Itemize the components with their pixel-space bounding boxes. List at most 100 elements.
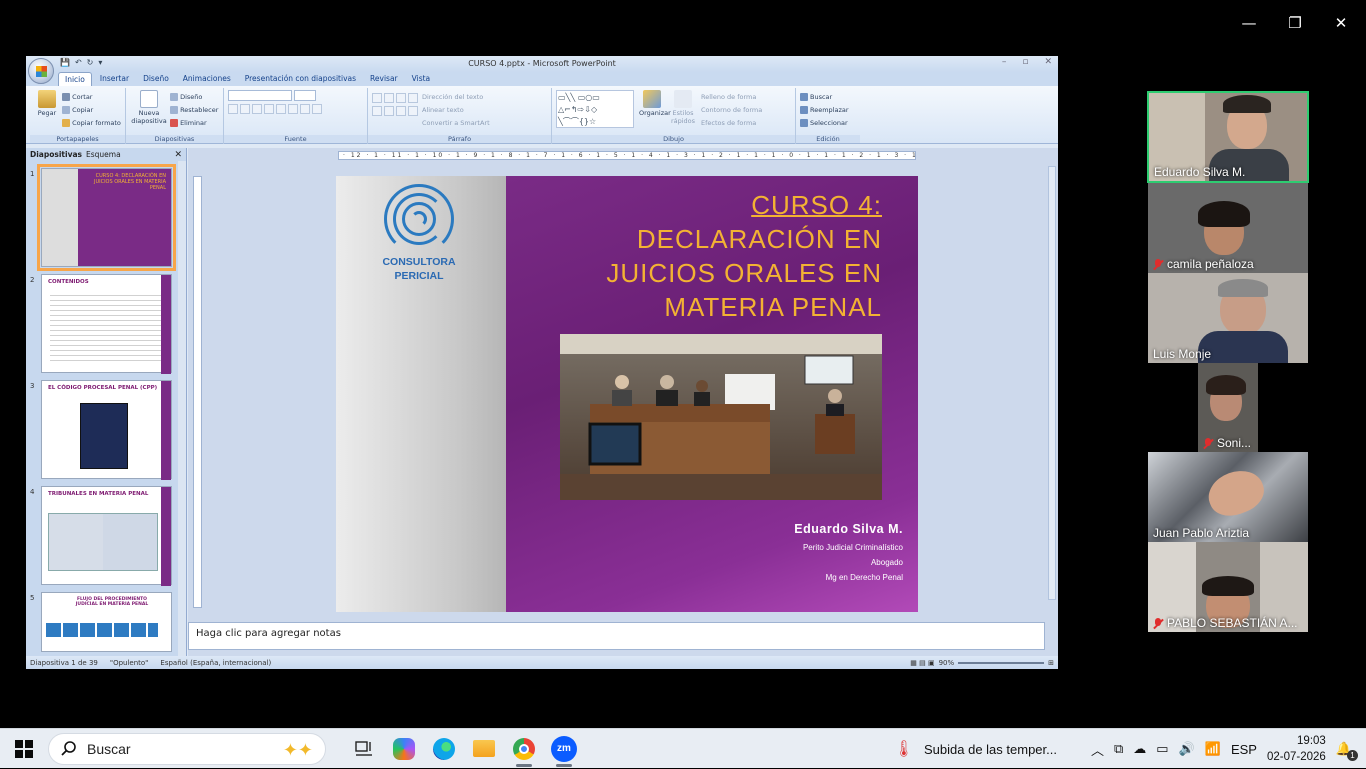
taskbar-search[interactable]: Buscar ✦✦	[48, 732, 326, 765]
close-icon[interactable]: ✕	[1330, 14, 1352, 32]
participant-tile-4[interactable]: Soni...	[1198, 363, 1258, 452]
minimize-icon[interactable]: —	[1238, 14, 1260, 32]
arrange-button[interactable]: Organizar	[639, 90, 671, 129]
smartart-button[interactable]: Convertir a SmartArt	[422, 116, 490, 129]
bold-icon[interactable]	[228, 104, 238, 114]
align-center-icon[interactable]	[384, 106, 394, 116]
justify-icon[interactable]	[408, 106, 418, 116]
clock[interactable]: 19:03 02-07-2026	[1267, 733, 1326, 765]
customize-qat-icon[interactable]: ▾	[98, 58, 102, 67]
battery-icon[interactable]: ▭	[1156, 741, 1168, 757]
edge-button[interactable]	[424, 729, 464, 769]
restore-icon[interactable]: ❐	[1284, 14, 1306, 32]
reset-button[interactable]: Restablecer	[170, 103, 218, 116]
tab-animaciones[interactable]: Animaciones	[177, 72, 237, 86]
title-line-1: CURSO 4:	[751, 190, 882, 220]
align-left-icon[interactable]	[372, 106, 382, 116]
tab-vista[interactable]: Vista	[406, 72, 437, 86]
underline-icon[interactable]	[252, 104, 262, 114]
case-icon[interactable]	[300, 104, 310, 114]
bullets-icon[interactable]	[372, 93, 382, 103]
zoom-level[interactable]: 90%	[939, 659, 955, 667]
slide-thumb-5[interactable]: FLUJO DEL PROCEDIMIENTO JUDICIAL EN MATE…	[41, 592, 172, 652]
slide-thumb-4[interactable]: TRIBUNALES EN MATERIA PENAL	[41, 486, 172, 586]
slide-thumb-1[interactable]: CURSO 4: DECLARACIÓN EN JUICIOS ORALES E…	[37, 164, 176, 271]
view-buttons[interactable]: ▦ ▤ ▣	[910, 659, 934, 667]
select-button[interactable]: Seleccionar	[800, 116, 856, 129]
tab-slides[interactable]: Diapositivas	[30, 150, 82, 159]
volume-icon[interactable]: 🔊	[1179, 741, 1195, 757]
tab-outline[interactable]: Esquema	[86, 150, 121, 159]
indent-less-icon[interactable]	[396, 93, 406, 103]
strike-icon[interactable]	[264, 104, 274, 114]
format-painter-button[interactable]: Copiar formato	[62, 116, 121, 129]
slide-thumb-2[interactable]: CONTENIDOS	[41, 274, 172, 374]
paste-button[interactable]: Pegar	[34, 90, 60, 117]
participant-tile-1[interactable]: Eduardo Silva M.	[1147, 91, 1309, 183]
horizontal-ruler: · 12 · 1 · 11 · 1 · 10 · 1 · 9 · 1 · 8 ·…	[338, 151, 916, 160]
ppt-close-icon[interactable]: ✕	[1044, 57, 1052, 67]
participant-name-text: camila peñaloza	[1167, 257, 1254, 271]
wifi-icon[interactable]: 📶	[1205, 741, 1221, 757]
shape-effects-button[interactable]: Efectos de forma	[701, 116, 762, 129]
indent-more-icon[interactable]	[408, 93, 418, 103]
notes-pane[interactable]: Haga clic para agregar notas	[188, 622, 1045, 650]
numbering-icon[interactable]	[384, 93, 394, 103]
chevron-up-icon[interactable]: ︿	[1091, 740, 1104, 759]
status-language[interactable]: Español (España, internacional)	[160, 659, 271, 667]
tray-app-icon[interactable]: ⧉	[1114, 741, 1123, 757]
tab-insertar[interactable]: Insertar	[94, 72, 135, 86]
fit-slide-icon[interactable]: ⊞	[1048, 659, 1054, 667]
copilot-button[interactable]	[384, 729, 424, 769]
font-name-box[interactable]	[228, 90, 292, 101]
tab-inicio[interactable]: Inicio	[58, 72, 92, 86]
redo-icon[interactable]: ↻	[87, 58, 94, 67]
save-icon[interactable]: 💾	[60, 58, 70, 67]
layout-button[interactable]: Diseño	[170, 90, 218, 103]
delete-button[interactable]: Eliminar	[170, 116, 218, 129]
tab-diseno[interactable]: Diseño	[137, 72, 175, 86]
ppt-restore-icon[interactable]: ▫	[1022, 57, 1028, 67]
file-explorer-button[interactable]	[464, 729, 504, 769]
quick-styles-button[interactable]: Estilos rápidos	[670, 90, 696, 129]
participant-tile-6[interactable]: PABLO SEBASTIÁN A...	[1148, 542, 1308, 632]
replace-button[interactable]: Reemplazar	[800, 103, 856, 116]
participant-tile-5[interactable]: Juan Pablo Ariztia	[1148, 452, 1308, 542]
find-button[interactable]: Buscar	[800, 90, 856, 103]
color-icon[interactable]	[312, 104, 322, 114]
ppt-minimize-icon[interactable]: –	[1002, 57, 1007, 67]
shape-fill-button[interactable]: Relleno de forma	[701, 90, 762, 103]
participant-tile-3[interactable]: Luis Monje	[1148, 273, 1308, 363]
shapes-gallery[interactable]: ▭╲╲ ▭○▭ △⌐↰⇨⇩◇ ╲⌒⌒{}☆	[556, 90, 634, 128]
italic-icon[interactable]	[240, 104, 250, 114]
text-direction-button[interactable]: Dirección del texto	[422, 90, 490, 103]
tab-presentacion[interactable]: Presentación con diapositivas	[239, 72, 362, 86]
slide-scrollbar[interactable]	[1048, 166, 1056, 600]
font-size-box[interactable]	[294, 90, 316, 101]
undo-icon[interactable]: ↶	[75, 58, 82, 67]
align-right-icon[interactable]	[396, 106, 406, 116]
thumbs-scrollbar[interactable]	[178, 161, 186, 656]
close-pane-icon[interactable]: ✕	[174, 150, 182, 160]
start-button[interactable]	[0, 729, 48, 769]
weather-text[interactable]: Subida de las temper...	[924, 742, 1057, 757]
office-button[interactable]	[28, 58, 54, 84]
zoom-slider[interactable]	[958, 661, 1045, 664]
copy-button[interactable]: Copiar	[62, 103, 121, 116]
slide-thumb-3[interactable]: EL CÓDIGO PROCESAL PENAL (CPP)	[41, 380, 172, 480]
onedrive-icon[interactable]: ☁	[1133, 741, 1146, 757]
current-slide[interactable]: CONSULTORA PERICIAL CURSO 4: DECLARACIÓN…	[336, 176, 918, 612]
cut-button[interactable]: Cortar	[62, 90, 121, 103]
tab-revisar[interactable]: Revisar	[364, 72, 404, 86]
spacing-icon[interactable]	[288, 104, 298, 114]
shape-outline-button[interactable]: Contorno de forma	[701, 103, 762, 116]
language-indicator[interactable]: ESP	[1231, 742, 1257, 757]
participant-tile-2[interactable]: camila peñaloza	[1148, 183, 1308, 273]
chrome-button[interactable]	[504, 729, 544, 769]
new-slide-button[interactable]: Nueva diapositiva	[130, 90, 168, 125]
zoom-button[interactable]: zm	[544, 729, 584, 769]
shadow-icon[interactable]	[276, 104, 286, 114]
align-text-button[interactable]: Alinear texto	[422, 103, 490, 116]
notification-bell-icon[interactable]: 🔔 1	[1336, 741, 1358, 761]
task-view-button[interactable]	[344, 729, 384, 769]
